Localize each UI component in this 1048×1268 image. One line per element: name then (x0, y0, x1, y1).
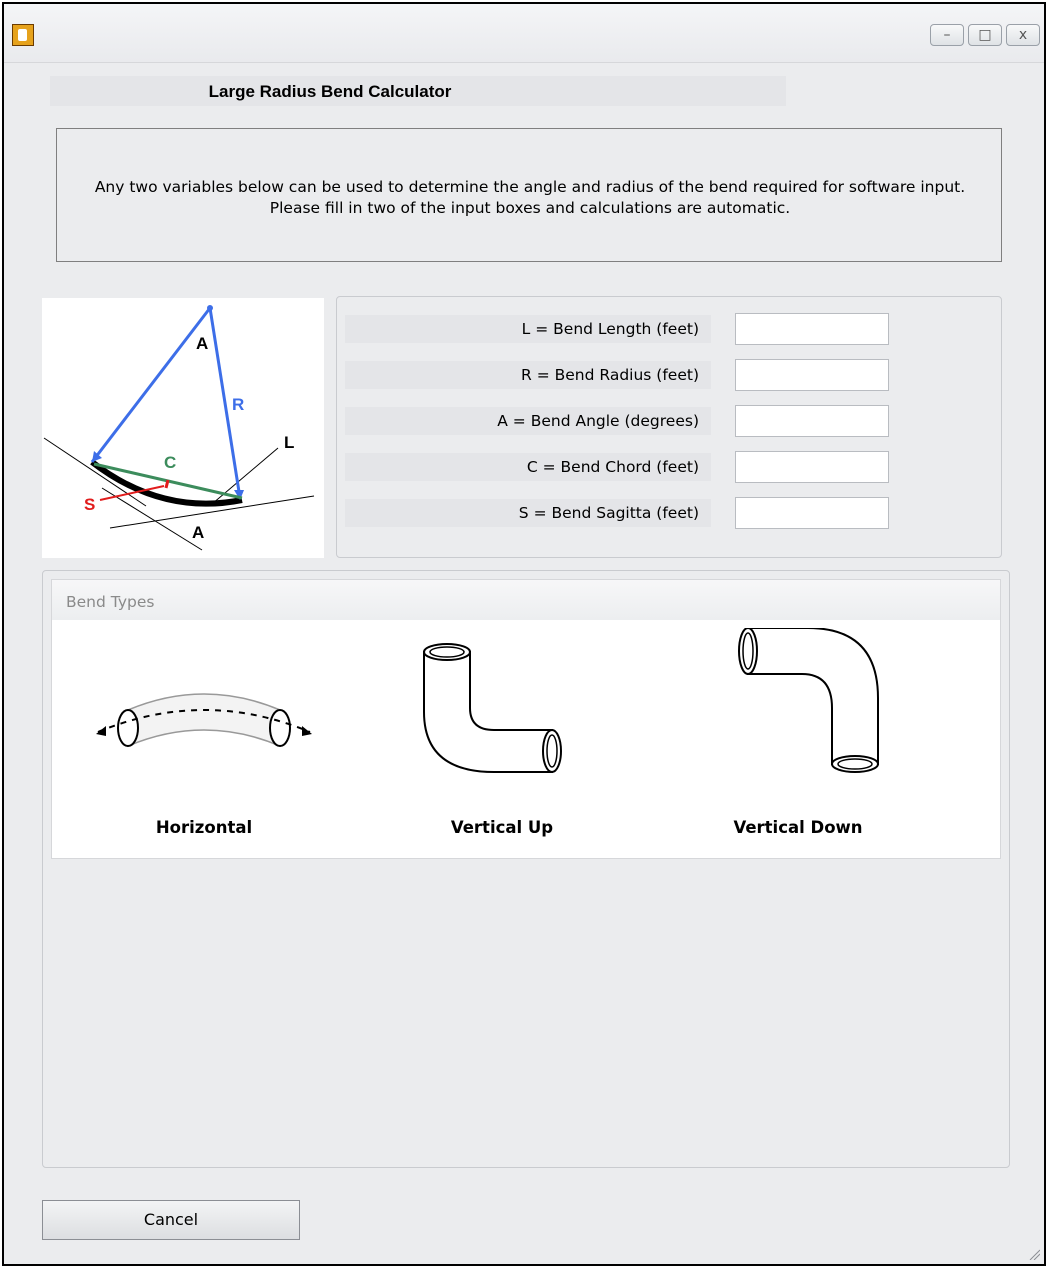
app-icon (12, 24, 34, 46)
field-row-sagitta: S = Bend Sagitta (feet) (345, 497, 995, 529)
bend-types-group: Bend Types Horizontal Vertical Up Vertic… (42, 570, 1010, 1168)
vertical-down-bend-icon (738, 628, 879, 773)
field-label-length: L = Bend Length (feet) (521, 320, 699, 338)
field-row-chord: C = Bend Chord (feet) (345, 451, 995, 483)
bend-type-label: Horizontal (155, 818, 253, 837)
diagram-label-length: L (284, 433, 294, 452)
calculator-window: – □ x Large Radius Bend Calculator Any t… (2, 2, 1046, 1266)
bend-chord-input[interactable] (735, 451, 889, 483)
bend-types-header: Bend Types (52, 580, 1000, 620)
bend-geometry-svg: A R L C S A (43, 305, 315, 551)
page-title: Large Radius Bend Calculator (208, 82, 452, 101)
field-label-angle: A = Bend Angle (degrees) (497, 412, 699, 430)
bend-sagitta-input[interactable] (735, 497, 889, 529)
field-label-chord: C = Bend Chord (feet) (526, 458, 699, 476)
diagram-label-sagitta: S (84, 495, 95, 514)
bend-type-vertical-up[interactable]: Vertical Up (382, 628, 622, 848)
field-row-radius: R = Bend Radius (feet) (345, 359, 995, 391)
bend-type-vertical-down[interactable]: Vertical Down (678, 628, 918, 848)
vertical-up-bend-icon (423, 643, 562, 773)
input-fields-panel: L = Bend Length (feet) R = Bend Radius (… (336, 296, 1002, 558)
bend-radius-input[interactable] (735, 359, 889, 391)
bend-type-horizontal[interactable]: Horizontal (84, 628, 324, 848)
diagram-label-angle-top: A (196, 334, 208, 353)
diagram-label-chord: C (164, 453, 176, 472)
instructions-text: Any two variables below can be used to d… (94, 178, 966, 217)
horizontal-bend-icon (96, 693, 312, 748)
bend-diagram: A R L C S A (42, 298, 324, 558)
diagram-label-radius: R (232, 395, 244, 414)
diagram-label-angle-bottom: A (192, 523, 204, 542)
bend-angle-input[interactable] (735, 405, 889, 437)
field-row-angle: A = Bend Angle (degrees) (345, 405, 995, 437)
bend-types-panel: Bend Types Horizontal Vertical Up Vertic… (51, 579, 1001, 859)
field-label-radius: R = Bend Radius (feet) (521, 366, 699, 384)
resize-grip-icon[interactable] (1028, 1248, 1040, 1260)
close-button[interactable]: x (1006, 24, 1040, 46)
bend-length-input[interactable] (735, 313, 889, 345)
bend-types-title: Bend Types (66, 593, 155, 611)
cancel-button[interactable]: Cancel (42, 1200, 300, 1240)
maximize-button[interactable]: □ (968, 24, 1002, 46)
bend-type-label: Vertical Up (450, 818, 554, 837)
title-bar: – □ x (4, 4, 1044, 63)
bend-type-label: Vertical Down (733, 818, 863, 837)
instructions-box: Any two variables below can be used to d… (56, 128, 1002, 262)
minimize-button[interactable]: – (930, 24, 964, 46)
field-label-sagitta: S = Bend Sagitta (feet) (518, 504, 699, 522)
field-row-length: L = Bend Length (feet) (345, 313, 995, 345)
